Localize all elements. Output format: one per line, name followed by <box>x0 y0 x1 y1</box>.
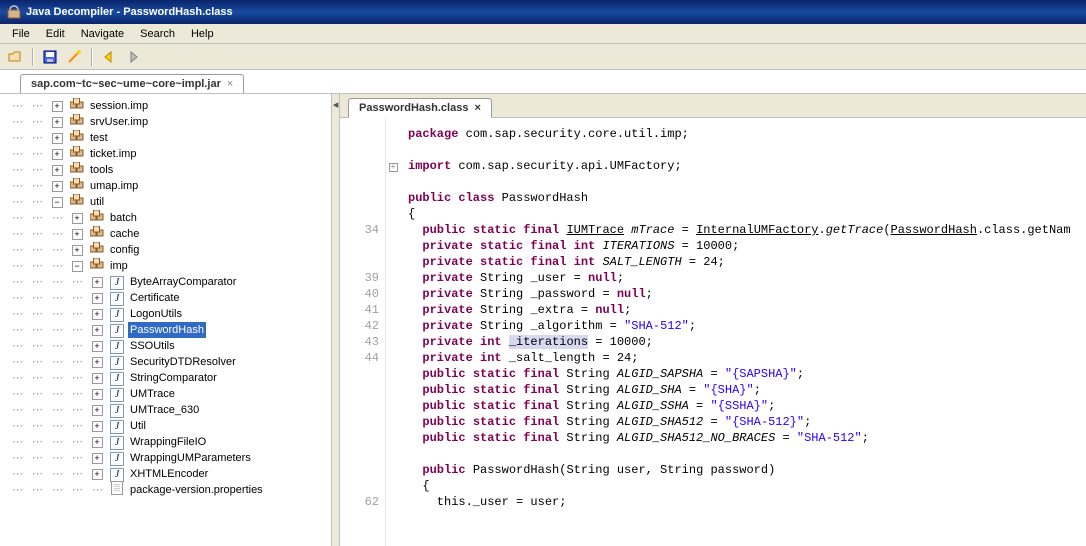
java-file-icon: J <box>110 292 124 306</box>
java-file-icon: J <box>110 308 124 322</box>
tree-item[interactable]: ⋯⋯⋯⋯+JWrappingFileIO <box>8 434 339 450</box>
tree-expander[interactable]: + <box>92 357 103 368</box>
tree-expander[interactable]: + <box>72 213 83 224</box>
tree-item[interactable]: ⋯⋯⋯⋯+JUMTrace <box>8 386 339 402</box>
tree-item[interactable]: ⋯⋯⋯⋯+JPasswordHash <box>8 322 339 338</box>
tree-expander[interactable]: − <box>52 197 63 208</box>
window-titlebar: Java Decompiler - PasswordHash.class <box>0 0 1086 24</box>
tree-item[interactable]: ⋯⋯⋯⋯+JStringComparator <box>8 370 339 386</box>
tree-item[interactable]: ⋯⋯⋯⋯+JWrappingUMParameters <box>8 450 339 466</box>
tree-expander[interactable]: + <box>52 101 63 112</box>
tree-item[interactable]: ⋯⋯⋯⋯+JByteArrayComparator <box>8 274 339 290</box>
tree-item[interactable]: ⋯⋯⋯+config <box>8 242 339 258</box>
toolbar-separator <box>91 48 92 66</box>
menu-search[interactable]: Search <box>132 25 183 43</box>
editor-tab-row: PasswordHash.class × <box>340 94 1086 118</box>
menu-help[interactable]: Help <box>183 25 222 43</box>
jar-tab-label: sap.com~tc~sec~ume~core~impl.jar <box>31 78 221 90</box>
toolbar <box>0 44 1086 70</box>
java-file-icon: J <box>110 420 124 434</box>
java-file-icon: J <box>110 276 124 290</box>
tree-expander[interactable]: + <box>72 245 83 256</box>
tree-item[interactable]: ⋯⋯⋯+cache <box>8 226 339 242</box>
editor-tab[interactable]: PasswordHash.class × <box>348 98 492 118</box>
tree-expander[interactable]: + <box>72 229 83 240</box>
tree-expander[interactable]: + <box>92 405 103 416</box>
fold-toggle[interactable]: + <box>389 163 398 172</box>
tree-item[interactable]: ⋯⋯⋯+batch <box>8 210 339 226</box>
tree-expander[interactable]: + <box>92 469 103 480</box>
code-text: package com.sap.security.core.util.imp; … <box>400 118 1086 546</box>
menu-navigate[interactable]: Navigate <box>73 25 132 43</box>
tree-item[interactable]: ⋯⋯+session.imp <box>8 98 339 114</box>
file-icon <box>111 481 123 495</box>
wand-button[interactable] <box>63 46 85 68</box>
tree-expander[interactable]: + <box>92 293 103 304</box>
tree-item[interactable]: ⋯⋯+test <box>8 130 339 146</box>
package-explorer: ⋯⋯+session.imp⋯⋯+srvUser.imp⋯⋯+test⋯⋯+ti… <box>0 94 340 546</box>
window-title: Java Decompiler - PasswordHash.class <box>26 6 233 18</box>
java-file-icon: J <box>110 340 124 354</box>
java-file-icon: J <box>110 372 124 386</box>
tree-item[interactable]: ⋯⋯⋯⋯+JUMTrace_630 <box>8 402 339 418</box>
back-button[interactable] <box>98 46 120 68</box>
tree-expander[interactable]: + <box>92 453 103 464</box>
java-file-icon: J <box>110 356 124 370</box>
tree-expander[interactable]: + <box>52 181 63 192</box>
tree-expander[interactable]: + <box>92 309 103 320</box>
tree-expander[interactable]: + <box>92 389 103 400</box>
java-file-icon: J <box>110 452 124 466</box>
tree-item[interactable]: ⋯⋯⋯⋯+JLogonUtils <box>8 306 339 322</box>
menu-edit[interactable]: Edit <box>38 25 73 43</box>
tree-item[interactable]: ⋯⋯⋯⋯⋯package-version.properties <box>8 482 339 498</box>
menubar: File Edit Navigate Search Help <box>0 24 1086 44</box>
tree-item[interactable]: ⋯⋯−util <box>8 194 339 210</box>
forward-button[interactable] <box>122 46 144 68</box>
menu-file[interactable]: File <box>4 25 38 43</box>
tree-expander[interactable]: + <box>52 149 63 160</box>
editor-pane: PasswordHash.class × 3439404142434462 + … <box>340 94 1086 546</box>
tree-expander[interactable]: + <box>92 325 103 336</box>
tree-expander[interactable]: + <box>92 373 103 384</box>
collapse-handle[interactable]: ◂ <box>331 94 339 546</box>
java-file-icon: J <box>110 388 124 402</box>
tree-expander[interactable]: + <box>92 421 103 432</box>
jar-tab[interactable]: sap.com~tc~sec~ume~core~impl.jar × <box>20 74 244 93</box>
tree-expander[interactable]: + <box>52 165 63 176</box>
tree-expander[interactable]: + <box>92 341 103 352</box>
tree-expander[interactable]: − <box>72 261 83 272</box>
tree-expander[interactable]: + <box>52 117 63 128</box>
toolbar-separator <box>32 48 33 66</box>
tree-expander[interactable]: + <box>92 437 103 448</box>
tree-item[interactable]: ⋯⋯+tools <box>8 162 339 178</box>
tree-item[interactable]: ⋯⋯⋯⋯+JSecurityDTDResolver <box>8 354 339 370</box>
tree-expander[interactable]: + <box>92 277 103 288</box>
java-file-icon: J <box>110 404 124 418</box>
fold-column: + <box>386 118 400 546</box>
jar-tab-row: sap.com~tc~sec~ume~core~impl.jar × <box>0 70 1086 94</box>
tree-expander[interactable]: + <box>52 133 63 144</box>
tree-item[interactable]: ⋯⋯+srvUser.imp <box>8 114 339 130</box>
close-icon[interactable]: × <box>474 102 480 114</box>
tree-item[interactable]: ⋯⋯⋯⋯+JCertificate <box>8 290 339 306</box>
java-file-icon: J <box>110 324 124 338</box>
app-icon <box>6 4 22 20</box>
open-button[interactable] <box>4 46 26 68</box>
java-file-icon: J <box>110 436 124 450</box>
tree-item[interactable]: ⋯⋯⋯⋯+JUtil <box>8 418 339 434</box>
tree-item[interactable]: ⋯⋯⋯⋯+JXHTMLEncoder <box>8 466 339 482</box>
tree-item[interactable]: ⋯⋯+ticket.imp <box>8 146 339 162</box>
line-gutter: 3439404142434462 <box>340 118 386 546</box>
tree-item[interactable]: ⋯⋯⋯−imp <box>8 258 339 274</box>
tree-item[interactable]: ⋯⋯+umap.imp <box>8 178 339 194</box>
save-button[interactable] <box>39 46 61 68</box>
tree-item[interactable]: ⋯⋯⋯⋯+JSSOUtils <box>8 338 339 354</box>
editor-tab-label: PasswordHash.class <box>359 102 468 114</box>
source-viewer[interactable]: 3439404142434462 + package com.sap.secur… <box>340 118 1086 546</box>
close-icon[interactable]: × <box>227 78 233 90</box>
